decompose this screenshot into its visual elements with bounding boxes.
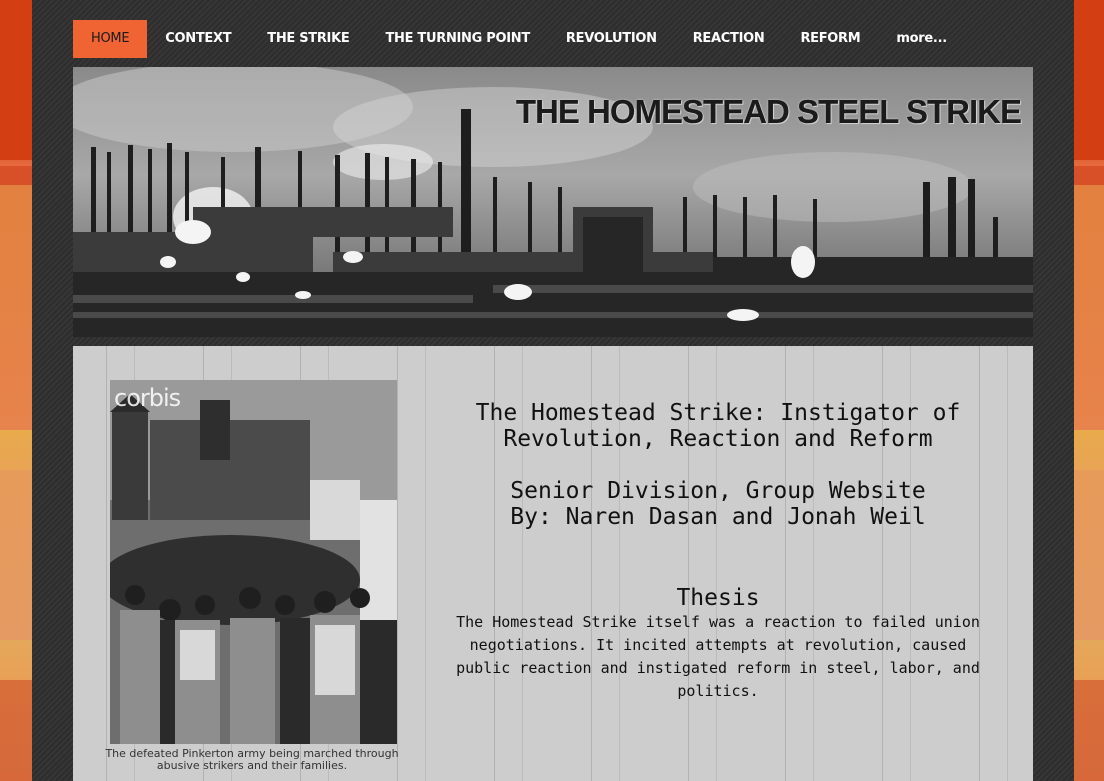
banner-title: THE HOMESTEAD STEEL STRIKE: [515, 93, 1022, 130]
thesis-text: The Homestead Strike itself was a reacti…: [456, 613, 980, 700]
nav-context[interactable]: CONTEXT: [147, 20, 249, 58]
nav-more[interactable]: more...: [878, 20, 964, 58]
nav-home[interactable]: HOME: [73, 20, 148, 58]
nav-the-strike[interactable]: THE STRIKE: [249, 20, 367, 58]
authors-label: By: Naren Dasan and Jonah Weil: [510, 504, 926, 530]
nav-reaction[interactable]: REACTION: [675, 20, 783, 58]
main-nav: HOME CONTEXT THE STRIKE THE TURNING POIN…: [73, 20, 965, 58]
content-area: corbis The defeated Pinkerton army being…: [73, 346, 1033, 781]
photo-watermark: corbis: [114, 384, 181, 412]
division-label: Senior Division, Group Website: [510, 478, 926, 504]
thesis-heading: Thesis: [676, 585, 760, 611]
pinkerton-photo: corbis: [110, 380, 397, 744]
page-title-line2: Revolution, Reaction and Reform: [503, 426, 933, 452]
nav-revolution[interactable]: REVOLUTION: [548, 20, 675, 58]
header-banner: THE HOMESTEAD STEEL STRIKE: [73, 67, 1033, 337]
page-title-line1: The Homestead Strike: Instigator of: [475, 400, 961, 426]
nav-reform[interactable]: REFORM: [782, 20, 878, 58]
photo-caption: The defeated Pinkerton army being marche…: [105, 747, 399, 772]
historical-engraving: [110, 380, 397, 744]
main-text-block: The Homestead Strike: Instigator of Revo…: [433, 400, 1003, 703]
nav-the-turning-point[interactable]: THE TURNING POINT: [367, 20, 547, 58]
